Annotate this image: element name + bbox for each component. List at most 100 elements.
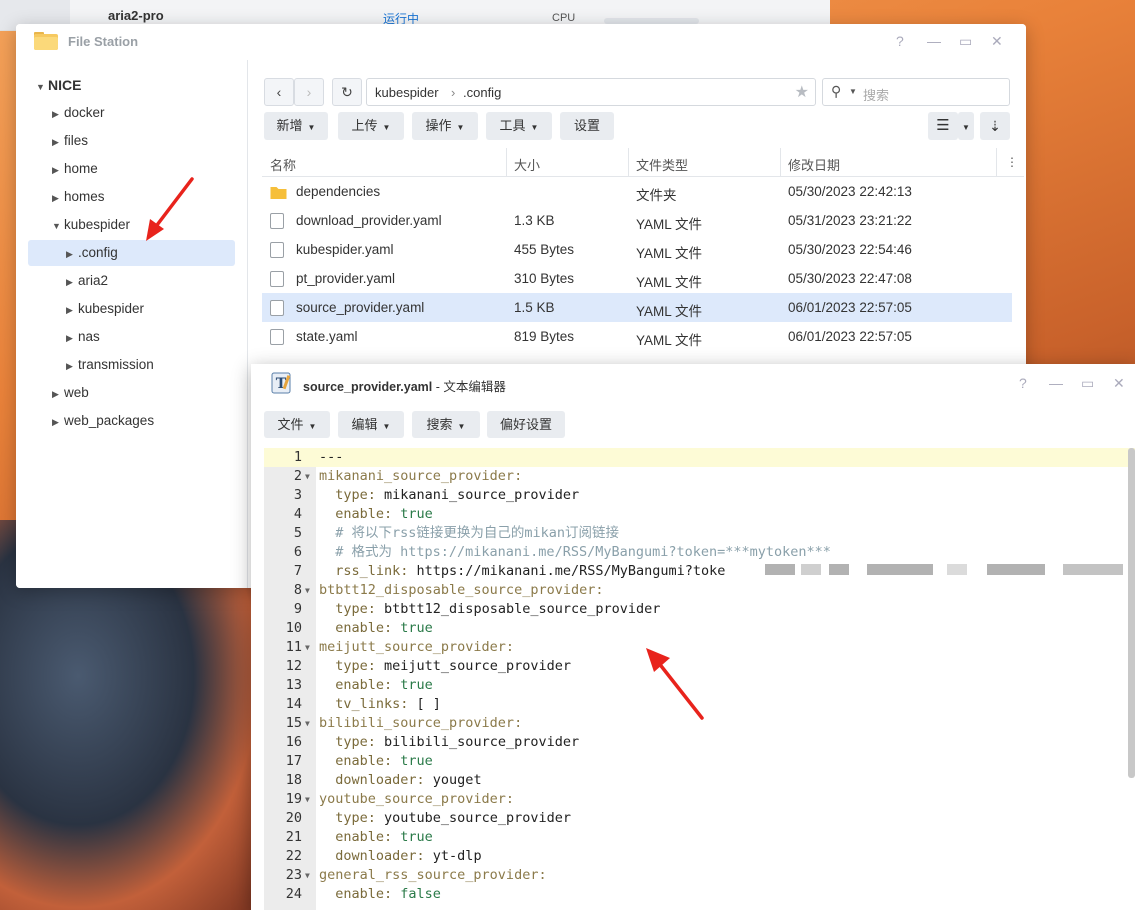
breadcrumb-config[interactable]: .config bbox=[463, 85, 501, 100]
fold-toggle-icon[interactable]: ▼ bbox=[305, 467, 310, 486]
code-line[interactable]: 17 enable: true bbox=[264, 752, 1135, 771]
tree-item-kubespider-sub[interactable]: ▶ kubespider bbox=[66, 296, 236, 322]
code-line[interactable]: 9 type: btbtt12_disposable_source_provid… bbox=[264, 600, 1135, 619]
yaml-value: true bbox=[392, 677, 433, 693]
help-icon[interactable]: ? bbox=[896, 33, 904, 49]
table-row[interactable]: state.yaml 819 Bytes YAML 文件 06/01/2023 … bbox=[262, 322, 1012, 351]
close-icon[interactable]: ✕ bbox=[1113, 375, 1125, 392]
tools-button[interactable]: 工具 ▼ bbox=[486, 112, 552, 140]
table-row[interactable]: dependencies 文件夹 05/30/2023 22:42:13 bbox=[262, 177, 1012, 206]
upload-button[interactable]: 上传 ▼ bbox=[338, 112, 404, 140]
sort-icon[interactable]: ⇣ bbox=[980, 112, 1010, 140]
code-line[interactable]: 6 # 格式为 https://mikanani.me/RSS/MyBangum… bbox=[264, 543, 1135, 562]
tree-item-kubespider[interactable]: ▼ kubespider bbox=[52, 212, 232, 238]
yaml-comment: # 将以下rss链接更换为自己的mikan订阅链接 bbox=[319, 525, 620, 541]
table-row[interactable]: download_provider.yaml 1.3 KB YAML 文件 05… bbox=[262, 206, 1012, 235]
maximize-icon[interactable]: ▭ bbox=[1081, 375, 1094, 392]
code-line[interactable]: 4 enable: true bbox=[264, 505, 1135, 524]
tree-item-transmission[interactable]: ▶ transmission bbox=[66, 352, 236, 378]
settings-button[interactable]: 设置 bbox=[560, 112, 614, 140]
file-icon bbox=[270, 300, 284, 316]
search-menu[interactable]: 搜索 ▼ bbox=[412, 411, 480, 438]
preferences-menu[interactable]: 偏好设置 bbox=[487, 411, 565, 438]
code-line[interactable]: 23 ▼ general_rss_source_provider: bbox=[264, 866, 1135, 885]
list-view-icon[interactable]: ☰ bbox=[928, 112, 958, 140]
maximize-icon[interactable]: ▭ bbox=[959, 33, 972, 50]
tree-item-nas[interactable]: ▶ nas bbox=[66, 324, 236, 350]
vertical-scrollbar[interactable] bbox=[1128, 448, 1135, 778]
code-line[interactable]: 5 # 将以下rss链接更换为自己的mikan订阅链接 bbox=[264, 524, 1135, 543]
line-number: 19 bbox=[285, 791, 302, 807]
edit-menu[interactable]: 编辑 ▼ bbox=[338, 411, 404, 438]
refresh-button[interactable]: ↻ bbox=[332, 78, 362, 106]
code-line[interactable]: 15 ▼ bilibili_source_provider: bbox=[264, 714, 1135, 733]
file-name: dependencies bbox=[296, 184, 381, 199]
search-input[interactable]: ⚲ ▼ 搜索 bbox=[822, 78, 1010, 106]
fold-toggle-icon[interactable]: ▼ bbox=[305, 638, 310, 657]
caret-down-icon: ▼ bbox=[530, 123, 539, 132]
fold-toggle-icon[interactable]: ▼ bbox=[305, 581, 310, 600]
tree-item-web[interactable]: ▶ web bbox=[52, 380, 232, 406]
breadcrumb-kubespider[interactable]: kubespider bbox=[375, 85, 439, 100]
help-icon[interactable]: ? bbox=[1019, 375, 1027, 391]
code-line[interactable]: 24 enable: false bbox=[264, 885, 1135, 904]
code-line[interactable]: 21 enable: true bbox=[264, 828, 1135, 847]
code-editor[interactable]: 1 --- 2 ▼ mikanani_source_provider: 3 type: m… bbox=[264, 448, 1135, 910]
code-line[interactable]: 3 type: mikanani_source_provider bbox=[264, 486, 1135, 505]
tree-item-home[interactable]: ▶ home bbox=[52, 156, 232, 182]
view-dropdown-button[interactable]: ▼ bbox=[958, 112, 974, 140]
tree-item-web-packages[interactable]: ▶ web_packages bbox=[52, 408, 232, 434]
column-name[interactable]: 名称 bbox=[270, 155, 296, 174]
back-button[interactable]: ‹ bbox=[264, 78, 294, 106]
new-button[interactable]: 新增 ▼ bbox=[264, 112, 328, 140]
code-text: enable: true bbox=[319, 676, 433, 695]
line-number: 24 bbox=[285, 886, 302, 902]
code-line[interactable]: 8 ▼ btbtt12_disposable_source_provider: bbox=[264, 581, 1135, 600]
fold-toggle-icon[interactable]: ▼ bbox=[305, 714, 310, 733]
forward-button[interactable]: › bbox=[294, 78, 324, 106]
code-line[interactable]: 11 ▼ meijutt_source_provider: bbox=[264, 638, 1135, 657]
code-line[interactable]: 20 type: youtube_source_provider bbox=[264, 809, 1135, 828]
tree-item-docker[interactable]: ▶ docker bbox=[52, 100, 232, 126]
line-number: 13 bbox=[285, 677, 302, 693]
minimize-icon[interactable]: — bbox=[927, 33, 941, 49]
file-station-titlebar[interactable]: File Station ? — ▭ ✕ bbox=[16, 24, 1026, 60]
path-bar[interactable]: kubespider › .config ★ bbox=[366, 78, 816, 106]
code-line[interactable]: 18 downloader: youget bbox=[264, 771, 1135, 790]
yaml-key: meijutt_source_provider: bbox=[319, 639, 515, 655]
tree-item-nice[interactable]: ▼ NICE bbox=[36, 72, 226, 98]
file-menu[interactable]: 文件 ▼ bbox=[264, 411, 330, 438]
action-button[interactable]: 操作 ▼ bbox=[412, 112, 478, 140]
close-icon[interactable]: ✕ bbox=[991, 33, 1003, 50]
code-line[interactable]: 14 tv_links: [ ] bbox=[264, 695, 1135, 714]
yaml-key: type: bbox=[319, 487, 376, 503]
column-size[interactable]: 大小 bbox=[514, 155, 540, 174]
code-line[interactable]: 19 ▼ youtube_source_provider: bbox=[264, 790, 1135, 809]
tree-item-aria2[interactable]: ▶ aria2 bbox=[66, 268, 236, 294]
tree-item-config[interactable]: ▶ .config bbox=[28, 240, 235, 266]
code-line[interactable]: 10 enable: true bbox=[264, 619, 1135, 638]
code-line[interactable]: 13 enable: true bbox=[264, 676, 1135, 695]
star-icon[interactable]: ★ bbox=[795, 82, 809, 102]
caret-down-icon: ▼ bbox=[849, 87, 857, 96]
tree-item-files[interactable]: ▶ files bbox=[52, 128, 232, 154]
code-line[interactable]: 12 type: meijutt_source_provider bbox=[264, 657, 1135, 676]
column-type[interactable]: 文件类型 bbox=[636, 155, 688, 174]
column-modified[interactable]: 修改日期 bbox=[788, 155, 840, 174]
table-row[interactable]: kubespider.yaml 455 Bytes YAML 文件 05/30/… bbox=[262, 235, 1012, 264]
editor-title: source_provider.yaml - 文本编辑器 bbox=[303, 376, 506, 395]
code-line[interactable]: 22 downloader: yt-dlp bbox=[264, 847, 1135, 866]
fold-toggle-icon[interactable]: ▼ bbox=[305, 866, 310, 885]
minimize-icon[interactable]: — bbox=[1049, 375, 1063, 391]
yaml-key: enable: bbox=[319, 677, 393, 693]
editor-titlebar[interactable]: T source_provider.yaml - 文本编辑器 ? — ▭ ✕ bbox=[251, 364, 1135, 402]
code-text: type: youtube_source_provider bbox=[319, 809, 571, 828]
code-line[interactable]: 16 type: bilibili_source_provider bbox=[264, 733, 1135, 752]
code-line[interactable]: 2 ▼ mikanani_source_provider: bbox=[264, 467, 1135, 486]
table-row[interactable]: source_provider.yaml 1.5 KB YAML 文件 06/0… bbox=[262, 293, 1012, 322]
table-row[interactable]: pt_provider.yaml 310 Bytes YAML 文件 05/30… bbox=[262, 264, 1012, 293]
tree-item-homes[interactable]: ▶ homes bbox=[52, 184, 232, 210]
column-options-icon[interactable]: ⋮ bbox=[1006, 155, 1018, 169]
code-line[interactable]: 1 --- bbox=[264, 448, 1135, 467]
fold-toggle-icon[interactable]: ▼ bbox=[305, 790, 310, 809]
